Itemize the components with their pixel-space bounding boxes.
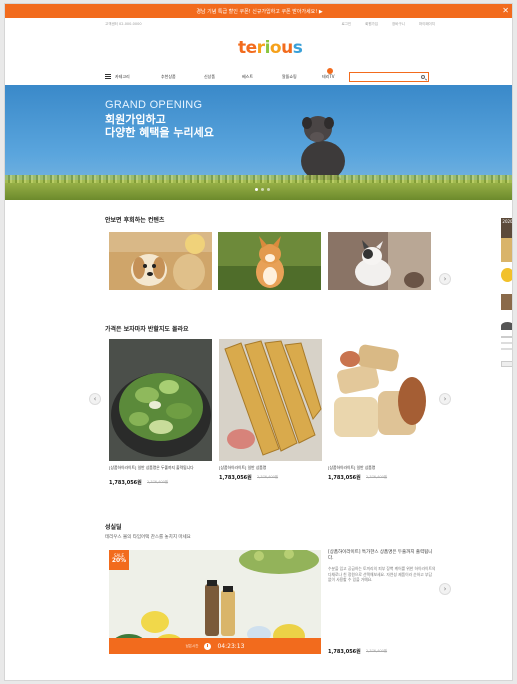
main-nav: 카테고리 추천상품 신상품 베스트 알뜰쇼핑 테리TV xyxy=(105,68,435,84)
nav-terry-tv[interactable]: 테리TV xyxy=(322,74,335,80)
content-thumb[interactable] xyxy=(218,232,321,290)
deal-title[interactable]: [상품하이라이트] 특가한스 상품명은 두줄까지 출력됩니다. xyxy=(328,550,436,562)
hero-eyebrow: GRAND OPENING xyxy=(105,99,203,111)
rail-divider xyxy=(501,336,512,338)
carousel-dot[interactable] xyxy=(255,188,258,191)
product-old-price: 2,376,400원 xyxy=(147,480,169,484)
product-image[interactable] xyxy=(109,339,212,461)
logo-letter: u xyxy=(281,38,293,58)
carousel-dot[interactable] xyxy=(261,188,264,191)
right-quick-rail: 2020 xyxy=(501,218,512,374)
sale-badge: SALE 20% xyxy=(109,550,129,570)
hero-banner[interactable]: GRAND OPENING 회원가입하고 다양한 혜택을 누리세요 xyxy=(5,85,512,200)
clock-icon xyxy=(204,642,212,650)
user-icon[interactable] xyxy=(501,322,512,330)
carousel-prev-button[interactable]: ‹ xyxy=(89,393,101,405)
deal-description: 수분을 입고 공급하는 토끼리의 피부 장벽 케어를 위한 하이라이트의 다채로… xyxy=(328,566,436,582)
carousel-dot[interactable] xyxy=(267,188,270,191)
product-name[interactable]: [상품하이라이트] 일반 상품명 xyxy=(219,465,323,470)
mypage-link[interactable]: 마이페이지 xyxy=(419,22,435,27)
hero-headline: 회원가입하고 다양한 혜택을 누리세요 xyxy=(105,113,214,139)
rail-thumb[interactable] xyxy=(501,238,512,262)
carousel-next-button[interactable]: › xyxy=(439,583,451,595)
product-name[interactable]: [상품하이라이트] 일반 상품명은 두줄까지 출력됩니다 xyxy=(109,465,213,470)
search-icon[interactable] xyxy=(421,75,425,79)
top-button[interactable] xyxy=(501,361,512,367)
deal-old-price: 2,376,400원 xyxy=(366,649,388,653)
rail-divider xyxy=(501,342,512,344)
product-name[interactable]: [상품하이라이트] 일반 상품명 xyxy=(328,465,432,470)
carousel-next-button[interactable]: › xyxy=(439,273,451,285)
deal-price: 1,783,056원 xyxy=(328,649,361,655)
customer-center: 고객센터 02-000-0000 xyxy=(105,22,142,26)
timer-value: 04:23:13 xyxy=(217,642,245,650)
login-link[interactable]: 로그인 xyxy=(341,22,351,27)
rail-thumb[interactable] xyxy=(501,294,512,310)
rail-year-banner[interactable]: 2020 xyxy=(501,218,512,238)
product-old-price: 2,376,400원 xyxy=(366,475,388,479)
carousel-next-button[interactable]: › xyxy=(439,393,451,405)
logo[interactable]: terious xyxy=(238,38,303,58)
logo-letter: e xyxy=(245,38,258,58)
logo-letter: s xyxy=(292,38,303,58)
cart-link[interactable]: 장바구니 xyxy=(392,22,405,27)
nav-best[interactable]: 베스트 xyxy=(242,74,253,80)
rail-divider xyxy=(501,348,512,350)
product-price: 1,783,056원 xyxy=(328,475,361,481)
section-title: 안보면 후회하는 컨텐츠 xyxy=(105,217,165,224)
promo-banner[interactable]: 경남 기념 특급 할인 쿠폰! 신규가입하고 쿠폰 받아가세요! ▶ ✕ xyxy=(5,4,512,18)
nav-category[interactable]: 카테고리 xyxy=(115,74,130,80)
promo-text[interactable]: 경남 기념 특급 할인 쿠폰! 신규가입하고 쿠폰 받아가세요! ▶ xyxy=(196,8,322,15)
logo-letter: t xyxy=(238,38,246,58)
signup-link[interactable]: 회원가입 xyxy=(365,22,378,27)
product-old-price: 2,376,400원 xyxy=(257,475,279,479)
product-image[interactable] xyxy=(219,339,322,461)
nav-recommended[interactable]: 추천상품 xyxy=(161,74,176,80)
content-thumb[interactable] xyxy=(109,232,212,290)
logo-letter: o xyxy=(269,38,282,58)
section-title: 성실딜 xyxy=(105,524,122,531)
section-title: 가격은 보자마자 반할지도 몰라요 xyxy=(105,326,189,333)
content-thumb[interactable] xyxy=(328,232,431,290)
carousel-dots xyxy=(255,188,270,191)
timer-label: 남은시간 xyxy=(185,643,199,648)
countdown-timer: 남은시간 04:23:13 xyxy=(109,638,321,654)
nav-bargain[interactable]: 알뜰쇼핑 xyxy=(282,74,297,80)
page: 경남 기념 특급 할인 쿠폰! 신규가입하고 쿠폰 받아가세요! ▶ ✕ 고객센… xyxy=(4,3,513,681)
close-icon[interactable]: ✕ xyxy=(502,6,509,15)
headphones-icon[interactable] xyxy=(501,268,512,282)
logo-letter: r xyxy=(256,38,265,58)
nav-new[interactable]: 신상품 xyxy=(204,74,215,80)
section-subtitle: 테리우스 몰의 타임어택 찬스를 놓치지 마세요 xyxy=(105,535,191,540)
product-price: 1,783,056원 xyxy=(219,475,252,481)
product-image[interactable] xyxy=(328,339,431,461)
utility-bar: 고객센터 02-000-0000 로그인 회원가입 장바구니 마이페이지 xyxy=(105,22,435,30)
product-price: 1,783,056원 xyxy=(109,480,142,486)
menu-icon[interactable] xyxy=(105,74,111,79)
sale-percent: 20% xyxy=(111,557,127,564)
search-input[interactable] xyxy=(349,72,429,82)
